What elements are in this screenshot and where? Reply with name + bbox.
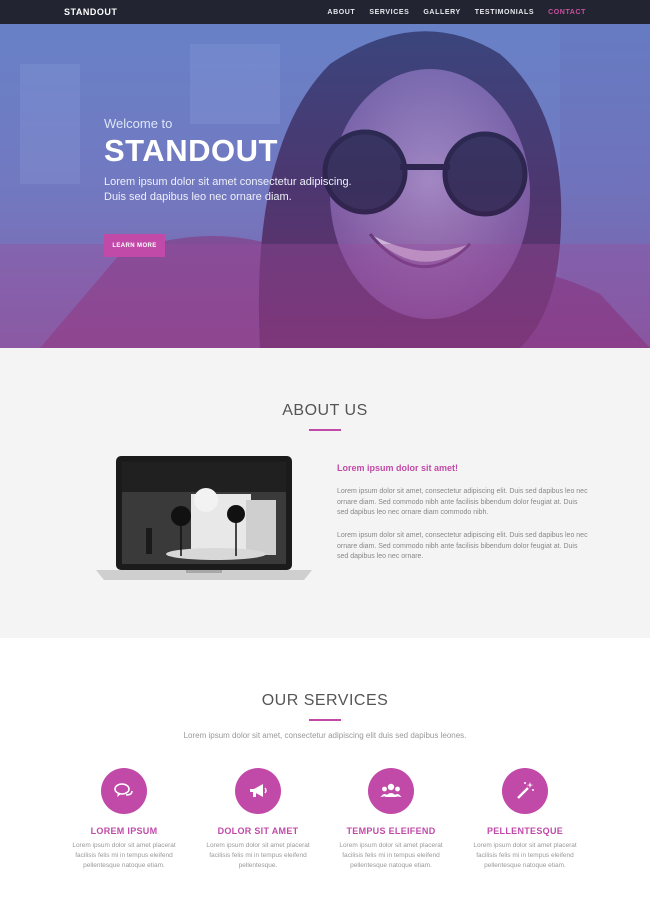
nav-link-gallery[interactable]: GALLERY [423,9,460,16]
service-icon-circle [235,768,281,814]
services-section: OUR SERVICES Lorem ipsum dolor sit amet,… [0,638,650,922]
nav-link-testimonials[interactable]: TESTIMONIALS [475,9,534,16]
brand-logo[interactable]: STANDOUT [64,7,117,17]
learn-more-button[interactable]: LEARN MORE [104,234,165,257]
service-title: PELLENTESQUE [486,826,564,836]
megaphone-icon [250,784,267,797]
about-title-divider [309,429,341,431]
about-heading: Lorem ipsum dolor sit amet! [337,463,459,473]
service-text: Lorem ipsum dolor sit amet placerat faci… [206,842,310,869]
service-text: Lorem ipsum dolor sit amet placerat faci… [473,842,577,869]
service-card-2[interactable]: DOLOR SIT AMET Lorem ipsum dolor sit ame… [193,768,323,871]
service-text: Lorem ipsum dolor sit amet placerat faci… [72,842,176,869]
hero-welcome: Welcome to [104,116,173,131]
nav-menu: ABOUT SERVICES GALLERY TESTIMONIALS CONT… [327,9,586,16]
hero-title: STANDOUT [104,133,278,168]
nav-link-about[interactable]: ABOUT [327,9,355,16]
users-icon [380,783,402,797]
about-paragraph-2: Lorem ipsum dolor sit amet, consectetur … [337,532,588,560]
hero-text-block: Welcome to STANDOUT Lorem ipsum dolor si… [104,116,354,205]
service-icon-circle [502,768,548,814]
service-card-3[interactable]: TEMPUS ELEIFEND Lorem ipsum dolor sit am… [326,768,456,871]
services-title: OUR SERVICES [261,692,389,709]
services-subtitle: Lorem ipsum dolor sit amet, consectetur … [183,731,467,740]
service-card-1[interactable]: LOREM IPSUM Lorem ipsum dolor sit amet p… [59,768,189,871]
about-paragraph-1: Lorem ipsum dolor sit amet, consectetur … [337,488,588,516]
about-section: ABOUT US Lorem ipsum dolor sit amet! Lor… [0,348,650,638]
hero-section: Welcome to STANDOUT Lorem ipsum dolor si… [0,24,650,348]
navbar: STANDOUT ABOUT SERVICES GALLERY TESTIMON… [0,0,650,24]
service-title: TEMPUS ELEIFEND [346,826,436,836]
chat-bubbles-icon [114,783,133,797]
service-icon-circle [368,768,414,814]
service-card-4[interactable]: PELLENTESQUE Lorem ipsum dolor sit amet … [460,768,590,871]
nav-link-services[interactable]: SERVICES [369,9,409,16]
services-title-divider [309,719,341,721]
laptop-studio-image [96,456,312,580]
hero-subtitle: Lorem ipsum dolor sit amet consectetur a… [104,176,352,203]
magic-wand-icon [517,782,534,799]
service-title: LOREM IPSUM [90,826,158,836]
service-text: Lorem ipsum dolor sit amet placerat faci… [339,842,443,869]
nav-link-contact[interactable]: CONTACT [548,9,586,16]
about-title: ABOUT US [282,402,368,419]
service-icon-circle [101,768,147,814]
service-title: DOLOR SIT AMET [217,826,299,836]
